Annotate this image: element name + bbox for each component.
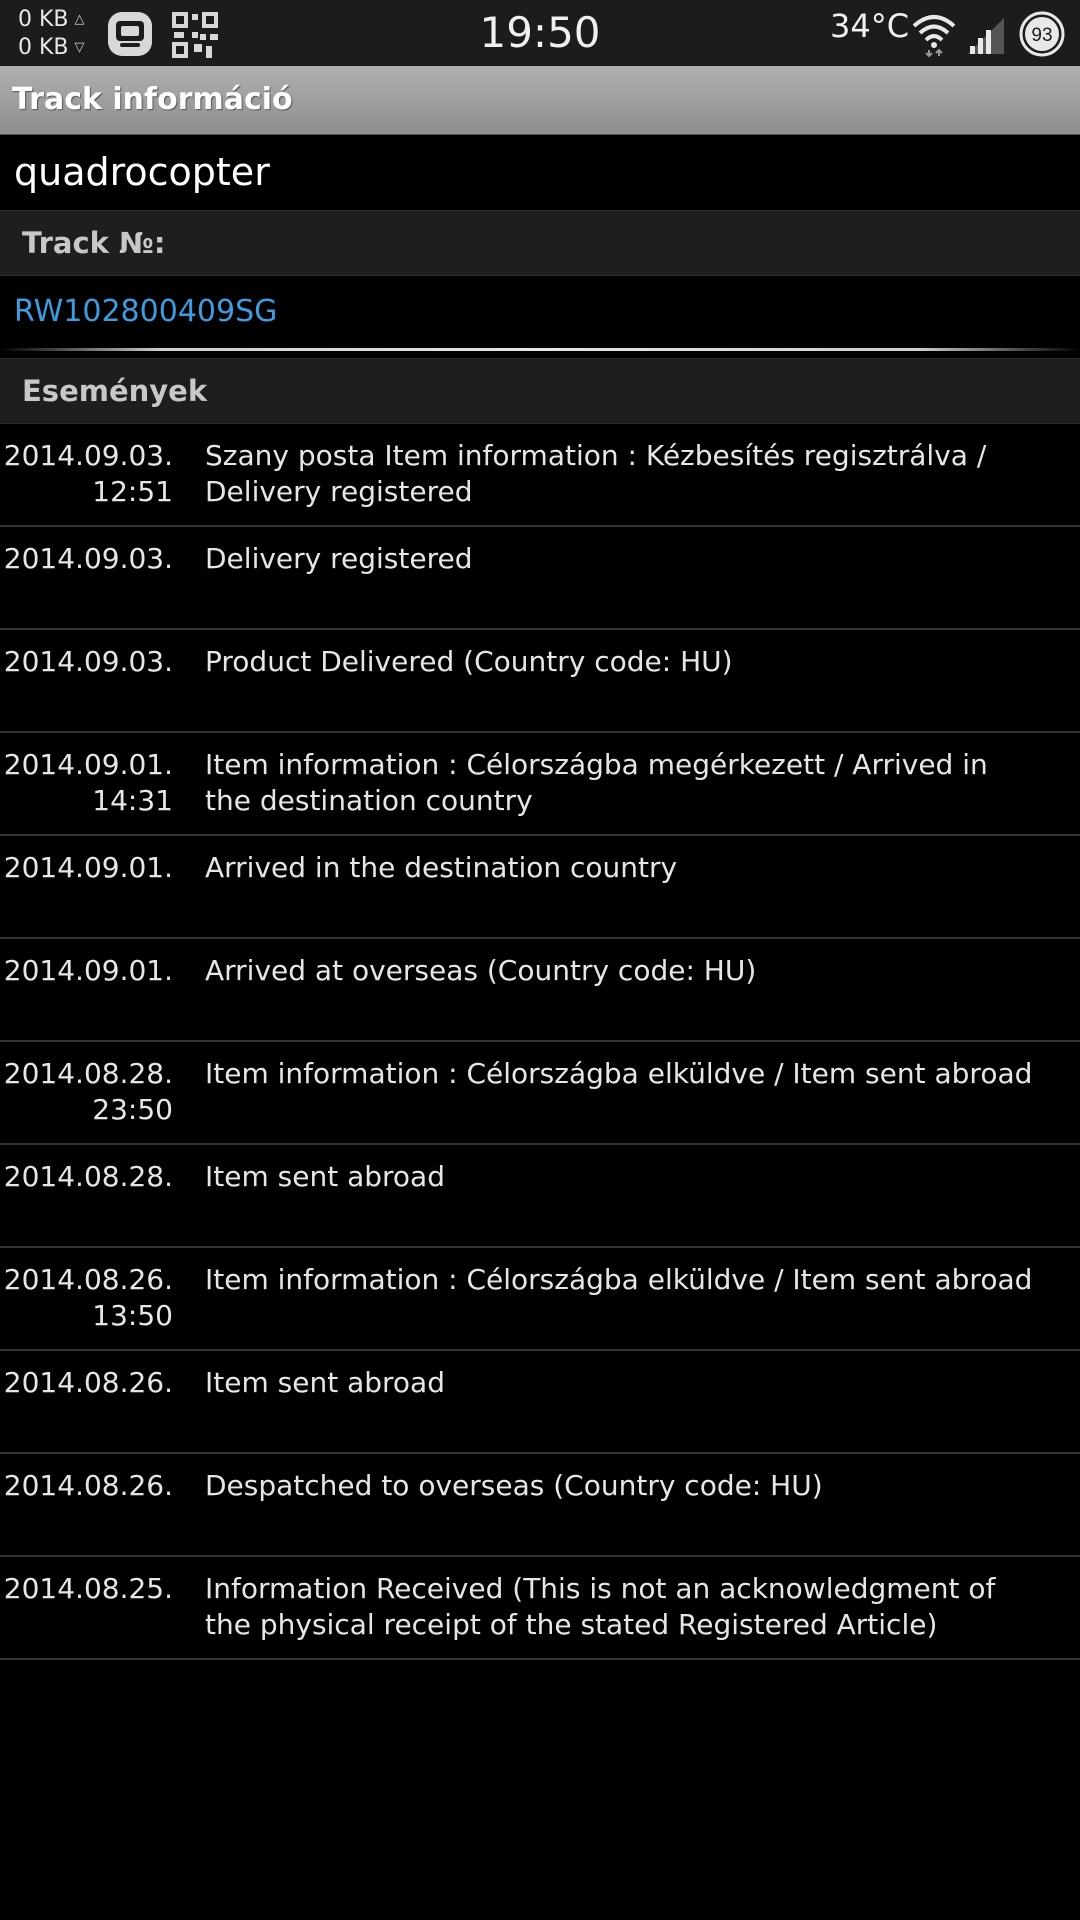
event-description: Szany posta Item information : Kézbesíté… [205, 439, 987, 508]
events-list: 2014.09.03. 12:51 Szany posta Item informa… [0, 424, 1080, 1660]
event-description: Information Received (This is not an ack… [205, 1572, 996, 1641]
battery-level: 93 [1031, 25, 1052, 46]
track-number-header: Track №: [0, 210, 1080, 276]
item-name: quadrocopter [14, 150, 270, 194]
event-datetime: 2014.09.03. [0, 541, 173, 577]
track-number-row: RW102800409SG [0, 275, 1080, 350]
status-bar: 0 KB △ 0 KB ▽ 19:50 34°C 93 [0, 0, 1080, 66]
event-description: Delivery registered [205, 542, 473, 575]
event-description: Item sent abroad [205, 1366, 445, 1399]
event-date: 2014.08.26. [3, 1366, 173, 1399]
event-row: 2014.08.26. Item sent abroad [0, 1351, 1080, 1454]
events-label: Események [22, 374, 208, 408]
event-description: Arrived in the destination country [205, 851, 678, 884]
event-row: 2014.09.01. Arrived at overseas (Country … [0, 939, 1080, 1042]
event-datetime: 2014.08.25. [0, 1571, 173, 1607]
event-description: Arrived at overseas (Country code: HU) [205, 954, 757, 987]
event-row: 2014.09.03. 12:51 Szany posta Item informa… [0, 424, 1080, 527]
event-row: 2014.08.28. Item sent abroad [0, 1145, 1080, 1248]
event-description: Product Delivered (Country code: HU) [205, 645, 733, 678]
event-datetime: 2014.09.01. 14:31 [0, 747, 173, 819]
event-description: Item information : Célországba megérkeze… [205, 748, 988, 817]
event-datetime: 2014.08.26. [0, 1365, 173, 1401]
battery-icon: 93 [1018, 10, 1066, 58]
event-datetime: 2014.08.28. 23:50 [0, 1056, 173, 1128]
event-row: 2014.09.01. 14:31 Item information : Célor… [0, 733, 1080, 836]
event-time: 23:50 [92, 1093, 173, 1126]
event-date: 2014.09.03. [3, 439, 173, 472]
event-datetime: 2014.09.01. [0, 850, 173, 886]
event-datetime: 2014.09.03. [0, 644, 173, 680]
event-date: 2014.08.28. [3, 1160, 173, 1193]
page-title: Track információ [12, 82, 293, 117]
event-date: 2014.09.03. [3, 645, 173, 678]
track-number-link[interactable]: RW102800409SG [14, 293, 277, 331]
event-datetime: 2014.09.03. 12:51 [0, 438, 173, 510]
event-date: 2014.09.01. [3, 954, 173, 987]
event-row: 2014.08.25. Information Received (This is… [0, 1557, 1080, 1660]
event-date: 2014.08.28. [3, 1057, 173, 1090]
event-date: 2014.09.03. [3, 542, 173, 575]
event-row: 2014.08.26. 13:50 Item information : Célor… [0, 1248, 1080, 1351]
title-bar: Track információ [0, 66, 1080, 135]
event-time: 14:31 [92, 784, 173, 817]
item-name-row: quadrocopter [0, 134, 1080, 210]
event-datetime: 2014.08.26. 13:50 [0, 1262, 173, 1334]
event-datetime: 2014.08.28. [0, 1159, 173, 1195]
event-description: Item information : Célországba elküldve … [205, 1263, 1033, 1296]
event-time: 12:51 [92, 475, 173, 508]
event-description: Item sent abroad [205, 1160, 445, 1193]
event-date: 2014.08.26. [3, 1469, 173, 1502]
events-header: Események [0, 358, 1080, 424]
event-date: 2014.09.01. [3, 851, 173, 884]
wifi-icon [910, 10, 958, 58]
event-row: 2014.09.01. Arrived in the destination co… [0, 836, 1080, 939]
event-description: Item information : Célországba elküldve … [205, 1057, 1033, 1090]
event-row: 2014.09.03. Product Delivered (Country co… [0, 630, 1080, 733]
event-datetime: 2014.08.26. [0, 1468, 173, 1504]
event-time: 13:50 [92, 1299, 173, 1332]
cell-signal-icon [964, 12, 1008, 56]
event-date: 2014.09.01. [3, 748, 173, 781]
divider [0, 348, 1080, 351]
event-row: 2014.08.28. 23:50 Item information : Célor… [0, 1042, 1080, 1145]
event-row: 2014.09.03. Delivery registered [0, 527, 1080, 630]
event-row: 2014.08.26. Despatched to overseas (Count… [0, 1454, 1080, 1557]
track-number-label: Track №: [22, 226, 166, 260]
event-date: 2014.08.26. [3, 1263, 173, 1296]
event-date: 2014.08.25. [3, 1572, 173, 1605]
temperature-readout: 34°C [830, 7, 910, 45]
event-datetime: 2014.09.01. [0, 953, 173, 989]
event-description: Despatched to overseas (Country code: HU… [205, 1469, 823, 1502]
